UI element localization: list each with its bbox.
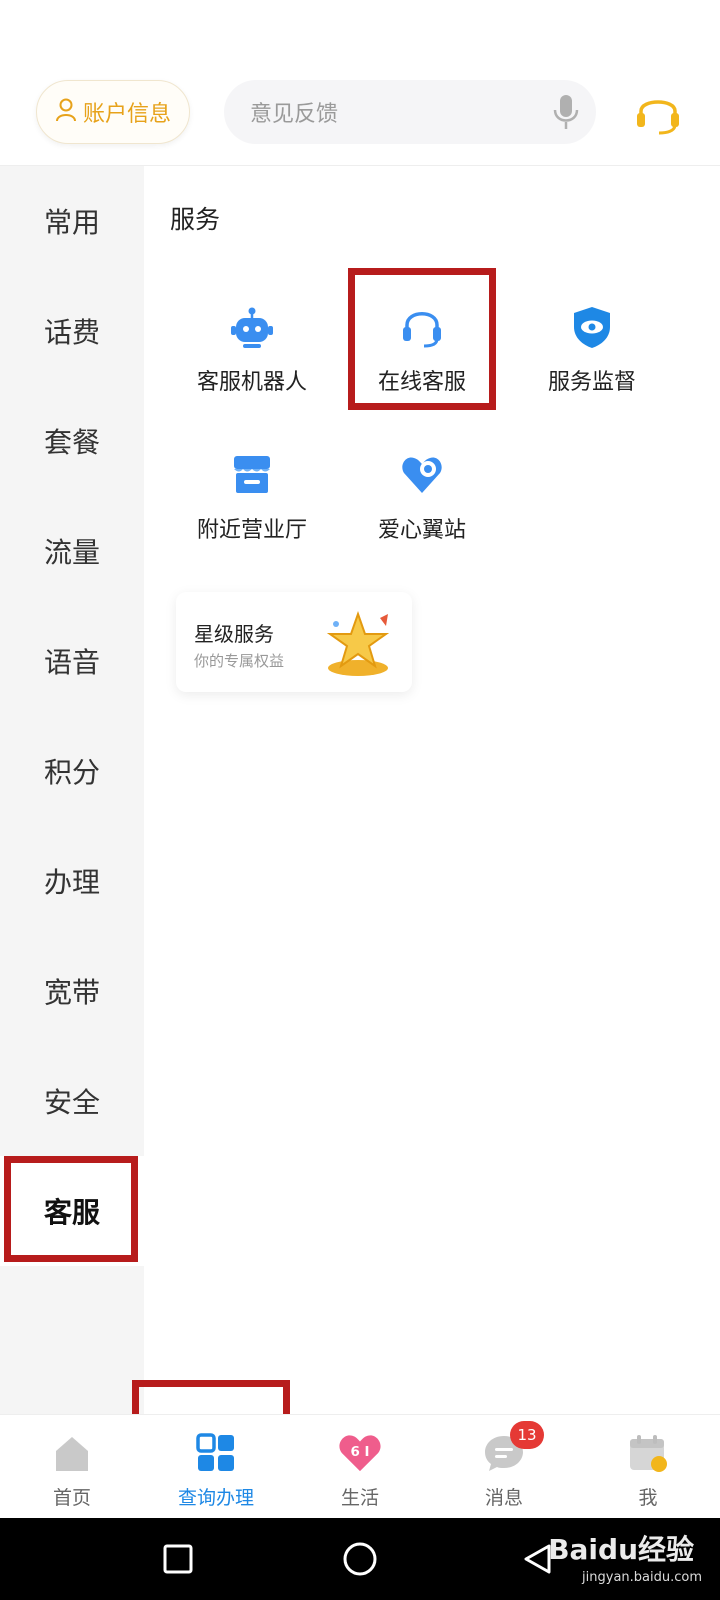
tab-home-label: 首页 xyxy=(52,1487,91,1509)
home-icon xyxy=(50,1431,94,1475)
sidebar-item-customer-service[interactable]: 客服 xyxy=(0,1156,144,1266)
recent-apps-icon[interactable] xyxy=(156,1537,200,1581)
tab-query-handle[interactable]: 查询办理 xyxy=(144,1415,288,1519)
star-service-card[interactable]: 星级服务 你的专属权益 xyxy=(176,592,412,692)
heart-location-icon xyxy=(399,452,445,498)
star-service-subtitle: 你的专属权益 xyxy=(194,652,285,670)
category-sidebar: 常用 话费 套餐 流量 语音 积分 办理 宽带 安全 客服 xyxy=(0,166,144,1414)
robot-icon xyxy=(229,304,275,350)
sidebar-item-voice[interactable]: 语音 xyxy=(0,606,144,716)
tab-me-label: 我 xyxy=(638,1487,658,1509)
headset-icon xyxy=(399,304,445,350)
user-icon xyxy=(55,98,77,126)
search-placeholder: 意见反馈 xyxy=(250,102,339,127)
service-supervision[interactable]: 服务监督 xyxy=(504,296,680,406)
svg-text:6 I: 6 I xyxy=(351,1445,370,1460)
service-supervision-label: 服务监督 xyxy=(547,370,636,395)
tab-life[interactable]: 6 I 生活 xyxy=(288,1415,432,1519)
star-service-title: 星级服务 xyxy=(194,622,274,646)
sidebar-item-phone-bill[interactable]: 话费 xyxy=(0,276,144,386)
tab-life-label: 生活 xyxy=(340,1487,379,1509)
sidebar-item-security[interactable]: 安全 xyxy=(0,1046,144,1156)
star-trophy-icon xyxy=(318,610,398,680)
calendar-sign-icon xyxy=(626,1431,670,1475)
tab-home[interactable]: 首页 xyxy=(0,1415,144,1519)
sidebar-item-common[interactable]: 常用 xyxy=(0,166,144,276)
section-title: 服务 xyxy=(170,205,221,234)
account-info-label: 账户信息 xyxy=(82,102,171,127)
home-circle-icon[interactable] xyxy=(338,1537,382,1581)
service-love-station[interactable]: 爱心翼站 xyxy=(334,444,510,554)
tab-messages[interactable]: 13 消息 xyxy=(432,1415,576,1519)
watermark-url: jingyan.baidu.com xyxy=(582,1570,702,1585)
service-nearby-store-label: 附近营业厅 xyxy=(196,518,307,543)
customer-service-headset-icon[interactable] xyxy=(630,84,686,140)
grid-icon xyxy=(194,1431,238,1475)
tab-messages-label: 消息 xyxy=(484,1487,523,1509)
watermark-brand: Baidu经验 xyxy=(548,1533,694,1566)
service-online-support-label: 在线客服 xyxy=(377,370,466,395)
tab-me[interactable]: 我 xyxy=(576,1415,720,1519)
sidebar-item-handle[interactable]: 办理 xyxy=(0,826,144,936)
tab-query-handle-label: 查询办理 xyxy=(177,1487,254,1509)
sidebar-item-points[interactable]: 积分 xyxy=(0,716,144,826)
sidebar-item-data[interactable]: 流量 xyxy=(0,496,144,606)
service-content-panel: 服务 客服机器人 在线客服 服务监督 附近营业厅 爱心翼站 星级服务 你的专属权… xyxy=(144,166,720,1414)
shield-eye-icon xyxy=(569,304,615,350)
sidebar-item-broadband[interactable]: 宽带 xyxy=(0,936,144,1046)
service-love-station-label: 爱心翼站 xyxy=(377,518,466,543)
service-online-support[interactable]: 在线客服 xyxy=(334,296,510,406)
system-navigation-bar: Baidu经验 jingyan.baidu.com xyxy=(0,1518,720,1600)
top-header: 账户信息 意见反馈 xyxy=(0,0,720,166)
bottom-tab-bar: 首页 查询办理 6 I 生活 13 消息 我 xyxy=(0,1414,720,1518)
message-count-badge: 13 xyxy=(510,1421,544,1449)
heart-61-icon: 6 I xyxy=(338,1431,382,1475)
sidebar-item-plan[interactable]: 套餐 xyxy=(0,386,144,496)
store-icon xyxy=(229,452,275,498)
service-nearby-store[interactable]: 附近营业厅 xyxy=(164,444,340,554)
service-robot-label: 客服机器人 xyxy=(196,370,307,395)
service-robot[interactable]: 客服机器人 xyxy=(164,296,340,406)
account-info-button[interactable]: 账户信息 xyxy=(36,80,190,144)
microphone-icon[interactable] xyxy=(536,80,596,144)
message-icon: 13 xyxy=(482,1421,544,1475)
search-bar[interactable]: 意见反馈 xyxy=(224,80,596,144)
